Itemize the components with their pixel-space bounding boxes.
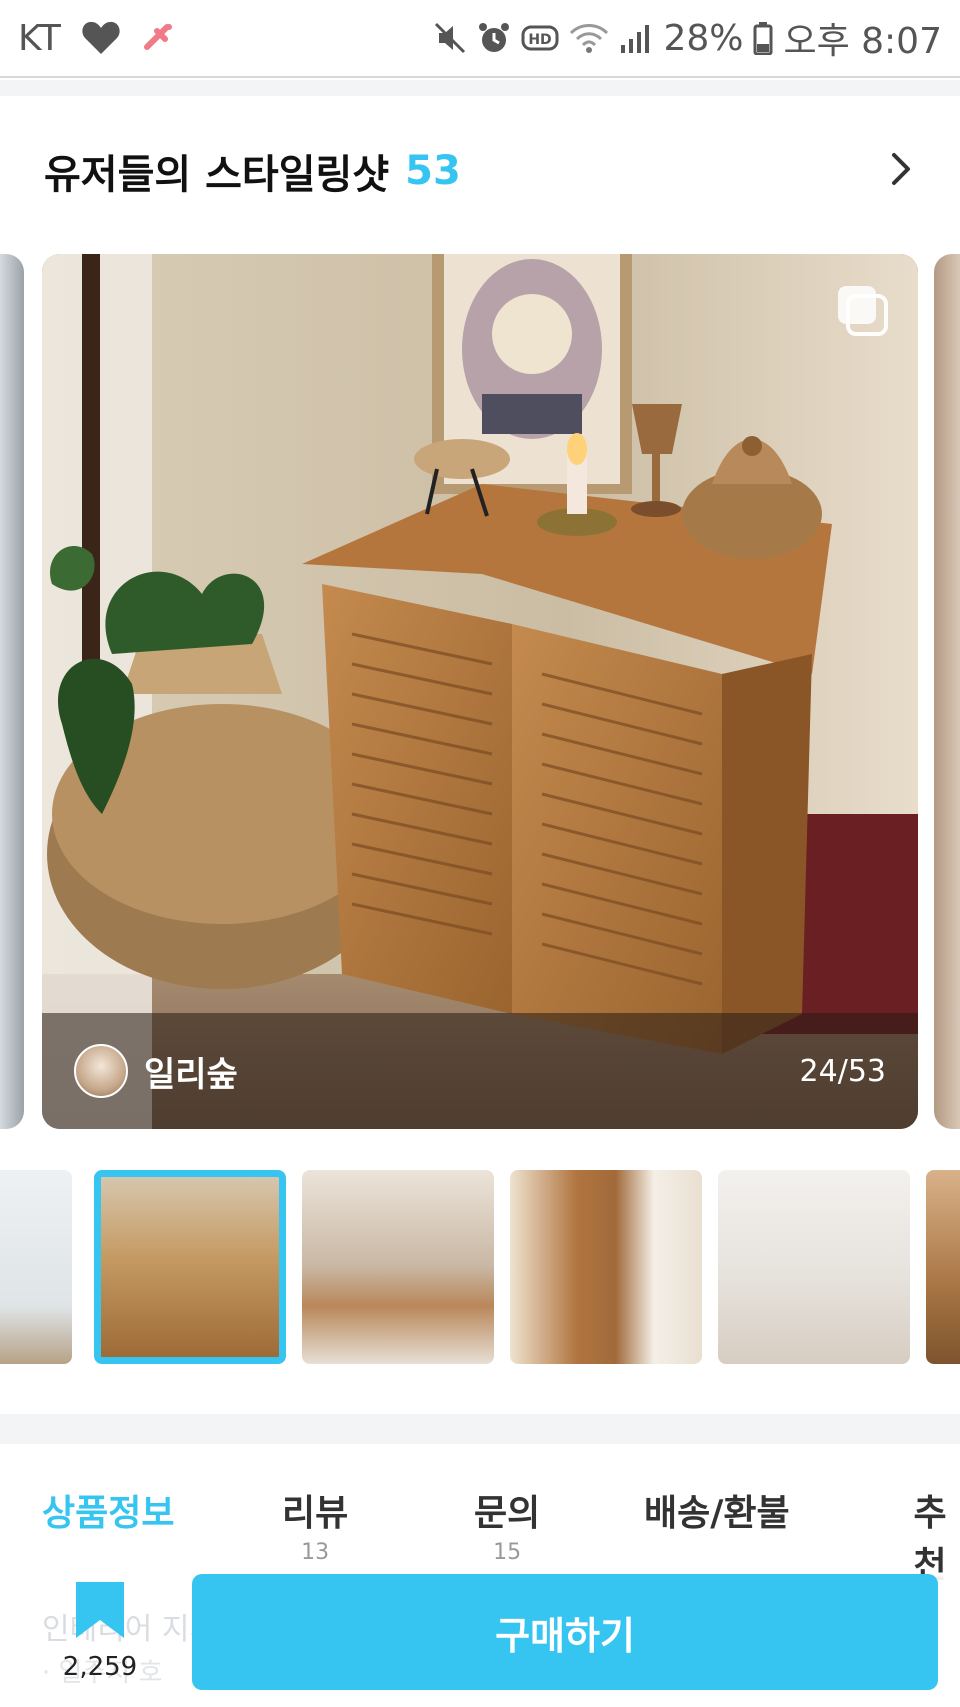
notification-icon xyxy=(141,21,175,55)
buy-button[interactable]: 구매하기 xyxy=(192,1574,938,1690)
bookmark-button[interactable]: 2,259 xyxy=(60,1580,140,1700)
tab-reviews[interactable]: 리뷰 13 xyxy=(282,1484,348,1565)
signal-icon xyxy=(619,21,653,55)
tab-count: 15 xyxy=(493,1540,522,1565)
tab-inquiries[interactable]: 문의 15 xyxy=(474,1484,540,1565)
thumbnail-image-selected[interactable] xyxy=(94,1170,286,1364)
thumbnail-image[interactable] xyxy=(510,1170,702,1364)
tab-shipping-refund[interactable]: 배송/환불 xyxy=(644,1484,790,1536)
bottom-action-bar: 인테리어 지시 · 일주지 호 2,259 구매하기 xyxy=(0,1574,960,1707)
section-count: 53 xyxy=(405,148,461,194)
mute-icon xyxy=(433,21,467,55)
styling-carousel[interactable]: 일리숲 24/53 xyxy=(0,254,960,1129)
alarm-icon xyxy=(477,21,511,55)
product-tabs: 상품정보 리뷰 13 문의 15 배송/환불 추천 xyxy=(0,1444,960,1586)
bookmark-icon xyxy=(72,1580,128,1644)
clock: 오후 8:07 xyxy=(783,21,942,62)
photo-counter: 24/53 xyxy=(799,1053,886,1089)
battery-percent: 28% xyxy=(663,17,744,59)
thumbnail-image[interactable] xyxy=(0,1170,72,1364)
thumbnail-image[interactable] xyxy=(926,1170,960,1364)
tab-recommend[interactable]: 추천 xyxy=(900,1484,960,1588)
section-title: 유저들의 스타일링샷 xyxy=(44,152,390,198)
carrier-label: KT xyxy=(18,17,61,59)
heart-icon xyxy=(81,20,121,56)
author-avatar[interactable] xyxy=(74,1044,128,1098)
tab-label: 상품정보 xyxy=(42,1493,175,1534)
styling-shots-header[interactable]: 유저들의 스타일링샷 53 xyxy=(0,96,960,246)
tab-count: 13 xyxy=(301,1540,330,1565)
wifi-icon xyxy=(569,21,609,55)
author-name[interactable]: 일리숲 xyxy=(144,1047,238,1096)
section-divider xyxy=(0,80,960,96)
hd-icon: HD xyxy=(521,23,559,53)
thumbnail-image[interactable] xyxy=(302,1170,494,1364)
tab-label: 문의 xyxy=(474,1493,541,1534)
svg-text:HD: HD xyxy=(529,32,552,48)
tab-label: 추천 xyxy=(913,1493,947,1586)
main-photo[interactable]: 일리숲 24/53 xyxy=(42,254,918,1129)
photo-caption: 일리숲 24/53 xyxy=(42,1013,918,1129)
tab-label: 배송/환불 xyxy=(644,1493,790,1534)
tab-label: 리뷰 xyxy=(282,1493,349,1534)
next-photo[interactable] xyxy=(934,254,960,1129)
status-bar: KT HD 28% 오후 8:07 xyxy=(0,0,960,78)
cabinet-photo xyxy=(42,254,918,1129)
thumbnail-image[interactable] xyxy=(718,1170,910,1364)
battery-icon xyxy=(753,21,773,55)
previous-photo[interactable] xyxy=(0,254,24,1129)
bookmark-count: 2,259 xyxy=(62,1652,138,1682)
multiple-photos-icon xyxy=(836,284,888,340)
thumbnail-strip[interactable] xyxy=(0,1170,960,1364)
tab-product-info[interactable]: 상품정보 xyxy=(42,1484,174,1536)
section-divider xyxy=(0,1414,960,1444)
chevron-right-icon[interactable] xyxy=(888,149,916,193)
